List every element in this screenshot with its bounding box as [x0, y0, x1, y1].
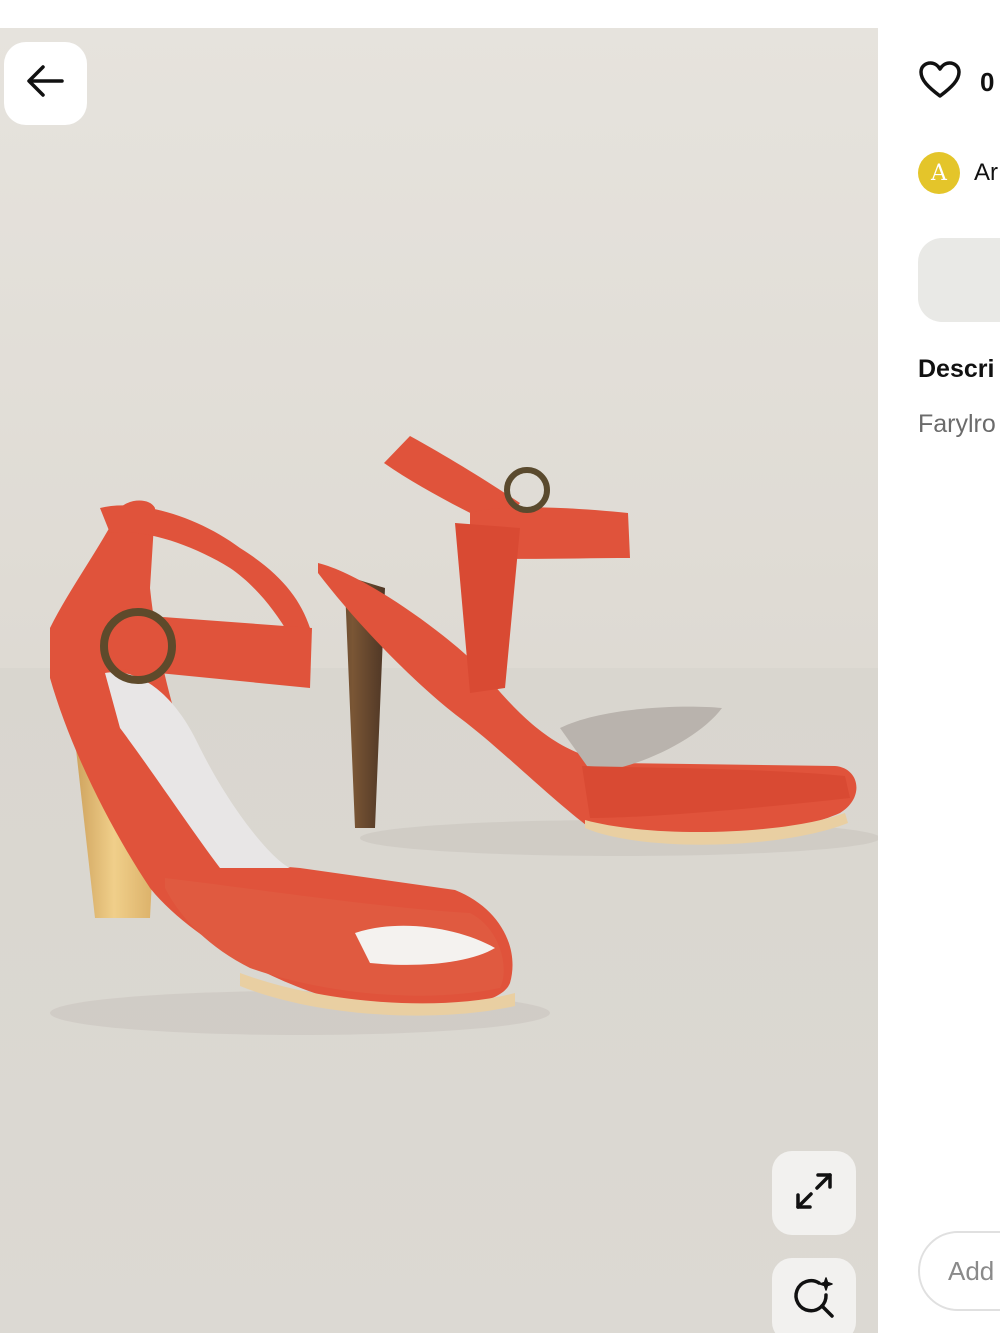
expand-icon — [792, 1169, 836, 1218]
arrow-left-icon — [24, 59, 68, 108]
product-image[interactable] — [0, 28, 878, 1333]
like-row: 0 — [918, 60, 994, 105]
heart-icon[interactable] — [918, 60, 962, 105]
comment-placeholder: Add — [948, 1255, 995, 1286]
like-count: 0 — [980, 67, 995, 97]
description-heading: Descri — [918, 355, 995, 383]
back-button[interactable] — [4, 42, 87, 125]
expand-button[interactable] — [772, 1151, 856, 1235]
red-sandals-photo — [0, 28, 878, 1333]
author-row[interactable]: A Ar — [918, 152, 998, 194]
pin-detail-page: 0 A Ar Descri Farylro Add — [0, 0, 1000, 1333]
visual-search-button[interactable] — [772, 1258, 856, 1333]
description-text: Farylro — [918, 410, 996, 438]
action-button[interactable] — [918, 238, 1000, 322]
author-name[interactable]: Ar — [974, 159, 998, 187]
lens-search-icon — [791, 1275, 837, 1326]
avatar[interactable]: A — [918, 152, 960, 194]
pin-details-panel: 0 A Ar Descri Farylro Add — [878, 0, 1000, 1333]
comment-input[interactable]: Add — [918, 1231, 1000, 1311]
